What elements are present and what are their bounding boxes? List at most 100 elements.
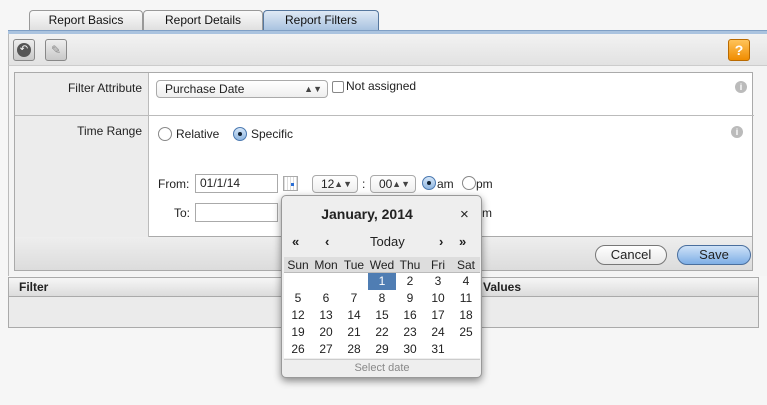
- tab-report-filters[interactable]: Report Filters: [263, 10, 379, 30]
- calendar-day[interactable]: 23: [396, 324, 424, 341]
- calendar-day[interactable]: 5: [284, 290, 312, 307]
- calendar-day[interactable]: 1: [368, 273, 396, 290]
- calendar-day[interactable]: 2: [396, 273, 424, 290]
- calendar-day[interactable]: 25: [452, 324, 480, 341]
- calendar-day[interactable]: 31: [424, 341, 452, 358]
- back-button[interactable]: ↶: [13, 39, 35, 61]
- save-button[interactable]: Save: [677, 245, 751, 265]
- calendar-day[interactable]: 11: [452, 290, 480, 307]
- from-label: From:: [158, 177, 190, 191]
- info-icon[interactable]: i: [731, 126, 743, 138]
- undo-icon: ↶: [17, 43, 31, 57]
- prev-month-button[interactable]: ‹: [325, 234, 329, 249]
- help-button[interactable]: ?: [728, 39, 750, 61]
- today-button[interactable]: Today: [370, 234, 405, 249]
- calendar-day[interactable]: 4: [452, 273, 480, 290]
- close-icon[interactable]: ×: [460, 206, 469, 223]
- not-assigned-checkbox[interactable]: [332, 81, 344, 93]
- tab-report-details[interactable]: Report Details: [143, 10, 263, 30]
- calendar-day[interactable]: 28: [340, 341, 368, 358]
- to-label: To:: [174, 206, 191, 220]
- select-arrows-icon: ▲▼: [392, 179, 410, 189]
- calendar-week: 1234: [284, 273, 480, 290]
- select-arrows-icon: ▲▼: [304, 84, 322, 94]
- hour-value: 12: [321, 177, 335, 191]
- calendar-day[interactable]: 16: [396, 307, 424, 324]
- calendar-day[interactable]: 30: [396, 341, 424, 358]
- specific-radio[interactable]: [233, 127, 247, 141]
- calendar-grid: Sun Mon Tue Wed Thu Fri Sat 1 2 3 4 5 6 7 8 9 10 11 12 13 1…: [284, 257, 480, 358]
- calendar-day[interactable]: 19: [284, 324, 312, 341]
- calendar-day[interactable]: 15: [368, 307, 396, 324]
- values-column-header: Values: [483, 280, 522, 294]
- date-picker-popup: January, 2014 × « ‹ Today › » Sun Mon Tue W…: [281, 195, 482, 378]
- relative-label: Relative: [176, 127, 220, 141]
- calendar-day[interactable]: 24: [424, 324, 452, 341]
- calendar-week: 26 27 28 29 30 31: [284, 341, 480, 358]
- calendar-empty: [312, 273, 340, 290]
- calendar-day[interactable]: 21: [340, 324, 368, 341]
- cancel-button[interactable]: Cancel: [595, 245, 667, 265]
- calendar-day[interactable]: 9: [396, 290, 424, 307]
- weekday-header: Mon: [314, 258, 338, 272]
- from-am-radio[interactable]: [422, 176, 436, 190]
- weekday-header: Sun: [287, 258, 309, 272]
- calendar-day[interactable]: 10: [424, 290, 452, 307]
- calendar-title: January, 2014: [321, 206, 413, 222]
- calendar-week: 5 6 7 8 9 10 11: [284, 290, 480, 307]
- edit-button[interactable]: ✎: [45, 39, 67, 61]
- calendar-icon[interactable]: [283, 176, 298, 191]
- toolbar: ↶ ✎ ?: [8, 34, 767, 66]
- calendar-day[interactable]: 8: [368, 290, 396, 307]
- weekday-header: Tue: [343, 258, 365, 272]
- calendar-day[interactable]: 18: [452, 307, 480, 324]
- from-hour-select[interactable]: 12 ▲▼: [312, 175, 358, 193]
- calendar-day[interactable]: 14: [340, 307, 368, 324]
- minute-value: 00: [379, 177, 393, 191]
- weekday-header: Sat: [456, 258, 475, 272]
- pencil-icon: ✎: [50, 43, 62, 57]
- calendar-week: 19 20 21 22 23 24 25: [284, 324, 480, 341]
- specific-label: Specific: [251, 127, 294, 141]
- am-label: am: [437, 177, 454, 191]
- calendar-empty: [340, 273, 368, 290]
- weekday-header: Thu: [399, 258, 421, 272]
- time-colon: :: [362, 177, 366, 191]
- tab-report-basics[interactable]: Report Basics: [29, 10, 143, 30]
- select-arrows-icon: ▲▼: [334, 179, 352, 189]
- filter-column-header: Filter: [19, 280, 49, 294]
- filter-attribute-label: Filter Attribute: [15, 73, 149, 116]
- calendar-day[interactable]: 20: [312, 324, 340, 341]
- calendar-day[interactable]: 7: [340, 290, 368, 307]
- time-range-label: Time Range: [15, 116, 149, 237]
- from-pm-radio[interactable]: [462, 176, 476, 190]
- from-minute-select[interactable]: 00 ▲▼: [370, 175, 416, 193]
- filter-attribute-value: Purchase Date: [165, 82, 245, 96]
- calendar-day[interactable]: 29: [368, 341, 396, 358]
- calendar-empty: [452, 341, 480, 358]
- to-date-input[interactable]: [195, 203, 278, 222]
- calendar-footer: Select date: [284, 359, 480, 375]
- calendar-day[interactable]: 3: [424, 273, 452, 290]
- weekday-header: Wed: [369, 258, 395, 272]
- calendar-day[interactable]: 12: [284, 307, 312, 324]
- calendar-empty: [284, 273, 312, 290]
- next-year-button[interactable]: »: [459, 234, 466, 249]
- relative-radio[interactable]: [158, 127, 172, 141]
- calendar-day[interactable]: 13: [312, 307, 340, 324]
- info-icon[interactable]: i: [735, 81, 747, 93]
- not-assigned-label: Not assigned: [346, 79, 417, 93]
- weekday-header: Fri: [431, 258, 445, 272]
- calendar-day[interactable]: 22: [368, 324, 396, 341]
- from-date-input[interactable]: 01/1/14: [195, 174, 278, 193]
- calendar-week: 12 13 14 15 16 17 18: [284, 307, 480, 324]
- next-month-button[interactable]: ›: [439, 234, 443, 249]
- calendar-day[interactable]: 6: [312, 290, 340, 307]
- to-pm-label: m: [482, 206, 492, 220]
- calendar-day[interactable]: 27: [312, 341, 340, 358]
- prev-year-button[interactable]: «: [292, 234, 299, 249]
- pm-label: pm: [476, 177, 493, 191]
- calendar-day[interactable]: 17: [424, 307, 452, 324]
- calendar-day[interactable]: 26: [284, 341, 312, 358]
- filter-attribute-select[interactable]: Purchase Date ▲▼: [156, 80, 328, 98]
